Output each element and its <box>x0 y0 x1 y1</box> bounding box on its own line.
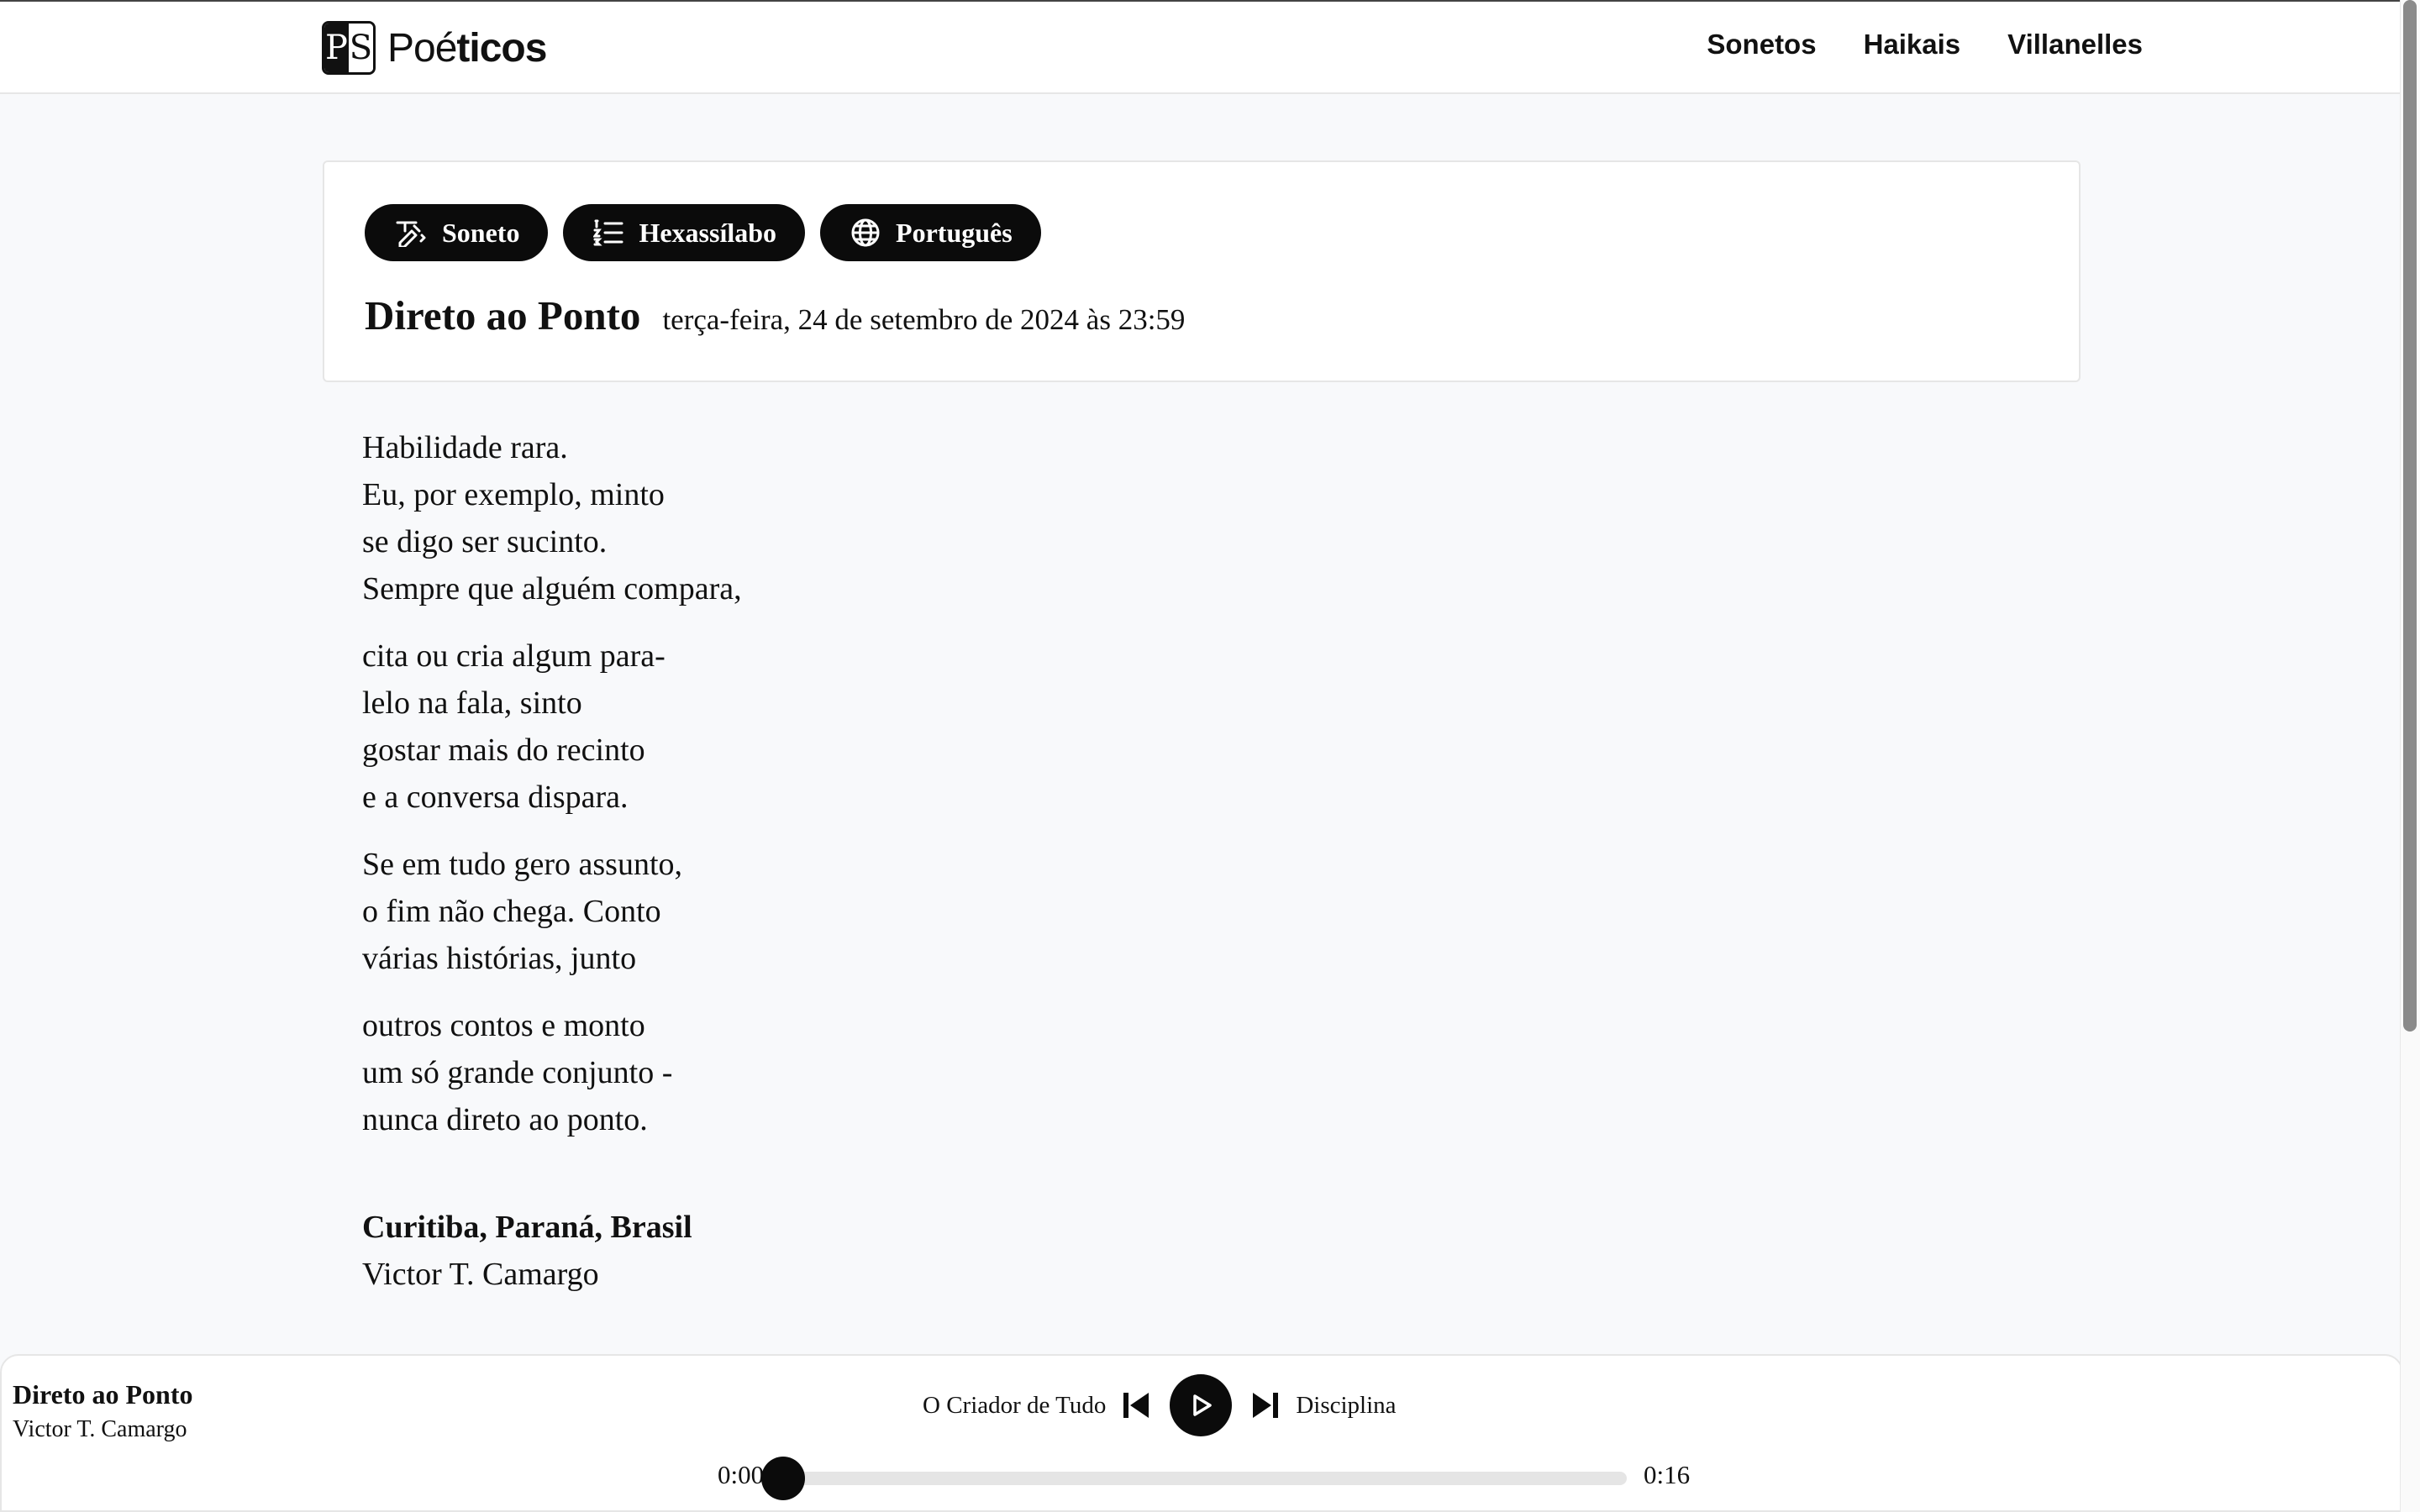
page-scrollbar[interactable] <box>2400 0 2420 1512</box>
globe-icon <box>851 218 880 247</box>
play-button[interactable] <box>1170 1374 1233 1436</box>
progress-thumb[interactable] <box>761 1457 805 1500</box>
logo-letter-p: P <box>324 24 349 72</box>
next-track-button[interactable] <box>1250 1390 1281 1420</box>
tag-label: Português <box>896 217 1013 248</box>
poem-place: Curitiba, Paraná, Brasil <box>362 1210 692 1245</box>
current-time: 0:00 <box>718 1460 765 1489</box>
nav-link-villanelles[interactable]: Villanelles <box>2007 29 2143 60</box>
scrollbar-thumb[interactable] <box>2403 0 2417 1032</box>
brand-name-bold: ticos <box>456 25 547 71</box>
poem-line: Habilidade rara. <box>362 430 568 465</box>
progress-bar[interactable] <box>761 1457 1627 1500</box>
stanza: cita ou cria algum para- lelo na fala, s… <box>362 633 742 821</box>
poem-line: Sempre que alguém compara, <box>362 571 742 606</box>
player-track-author: Victor T. Camargo <box>13 1416 187 1442</box>
top-navbar: P S Poéticos Sonetos Haikais Villanelles <box>0 0 2400 94</box>
sonnet-icon <box>396 221 426 247</box>
nav-link-haikais[interactable]: Haikais <box>1864 29 1961 60</box>
poem-line: se digo ser sucinto. <box>362 524 608 559</box>
tag-portugues[interactable]: Português <box>820 204 1041 261</box>
stanza: outros contos e monto um só grande conju… <box>362 1002 742 1143</box>
player-track-title: Direto ao Ponto <box>13 1379 193 1410</box>
poem-line: várias histórias, junto <box>362 941 637 976</box>
poem-title: Direto ao Ponto <box>365 292 641 339</box>
poem-line: nunca direto ao ponto. <box>362 1102 648 1137</box>
poem-line: outros contos e monto <box>362 1008 645 1043</box>
poem-author: Victor T. Camargo <box>362 1257 599 1292</box>
skip-forward-icon <box>1253 1393 1279 1418</box>
previous-track-title[interactable]: O Criador de Tudo <box>923 1392 1106 1420</box>
stanza: Se em tudo gero assunto, o fim não chega… <box>362 841 742 982</box>
poem-title-row: Direto ao Ponto terça-feira, 24 de setem… <box>365 291 1185 339</box>
poem-line: um só grande conjunto - <box>362 1055 673 1090</box>
logo-mark-icon: P S <box>322 21 376 75</box>
poem-line: Se em tudo gero assunto, <box>362 847 683 882</box>
tag-soneto[interactable]: Soneto <box>365 204 549 261</box>
tag-label: Hexassílabo <box>639 217 777 248</box>
skip-back-icon <box>1123 1393 1150 1418</box>
list-icon <box>593 219 623 246</box>
poem-line: Eu, por exemplo, minto <box>362 477 665 512</box>
stanza: Habilidade rara. Eu, por exemplo, minto … <box>362 424 742 612</box>
tag-hexassilabo[interactable]: Hexassílabo <box>563 204 806 261</box>
nav-link-sonetos[interactable]: Sonetos <box>1707 29 1816 60</box>
site-logo[interactable]: P S Poéticos <box>322 20 547 76</box>
main-nav: Sonetos Haikais Villanelles <box>1707 29 2143 60</box>
play-icon <box>1193 1394 1213 1416</box>
poem-line: lelo na fala, sinto <box>362 685 582 721</box>
previous-track-button[interactable] <box>1121 1390 1151 1420</box>
brand-name: Poéticos <box>387 25 547 71</box>
poem-line: gostar mais do recinto <box>362 732 645 768</box>
poem-body: Habilidade rara. Eu, por exemplo, minto … <box>362 424 742 1163</box>
poem-line: cita ou cria algum para- <box>362 638 666 674</box>
player-controls: O Criador de Tudo Disciplina <box>923 1374 1397 1436</box>
duration: 0:16 <box>1644 1460 1691 1489</box>
poem-header-card: Soneto Hexassílabo Português Direto ao P… <box>323 160 2081 382</box>
poem-tags: Soneto Hexassílabo Português <box>365 204 1041 261</box>
audio-player: Direto ao Ponto Victor T. Camargo O Cria… <box>0 1354 2403 1512</box>
poem-line: e a conversa dispara. <box>362 780 629 815</box>
poem-date: terça-feira, 24 de setembro de 2024 às 2… <box>662 303 1186 336</box>
next-track-title[interactable]: Disciplina <box>1296 1392 1396 1420</box>
logo-letter-s: S <box>349 24 373 72</box>
poem-line: o fim não chega. Conto <box>362 894 661 929</box>
tag-label: Soneto <box>442 217 520 248</box>
brand-name-light: Poé <box>387 25 457 71</box>
